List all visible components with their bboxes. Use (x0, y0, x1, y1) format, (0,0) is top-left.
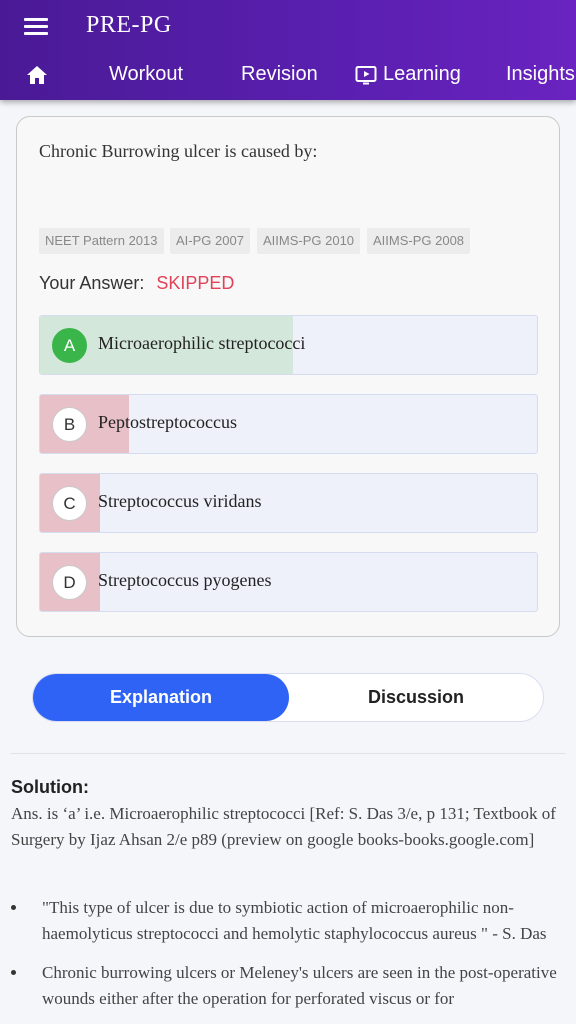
tab-discussion[interactable]: Discussion (289, 674, 543, 721)
option-d[interactable]: D Streptococcus pyogenes (39, 552, 538, 612)
option-letter-badge: D (52, 565, 87, 600)
bullet-icon (11, 905, 16, 910)
question-text: Chronic Burrowing ulcer is caused by: (39, 141, 318, 161)
tab-revision[interactable]: Revision (241, 56, 318, 92)
option-text: Peptostreptococcus (98, 412, 237, 432)
option-text: Streptococcus pyogenes (98, 570, 272, 590)
play-screen-icon (355, 66, 377, 85)
app-bar: PRE-PG Workout Revision Learning Insight… (0, 0, 576, 100)
option-letter-badge: B (52, 407, 87, 442)
your-answer: Your Answer: SKIPPED (39, 273, 234, 294)
question-card: Chronic Burrowing ulcer is caused by: NE… (16, 116, 560, 637)
top-nav-tabs: Workout Revision Learning Insights (0, 56, 576, 92)
app-title: PRE-PG (86, 12, 172, 38)
exam-tag: AIIMS-PG 2010 (257, 228, 361, 254)
your-answer-status: SKIPPED (156, 273, 235, 293)
explanation-discussion-toggle: Explanation Discussion (32, 673, 544, 722)
option-b[interactable]: B Peptostreptococcus (39, 394, 538, 454)
tab-workout[interactable]: Workout (109, 56, 183, 92)
tab-home[interactable] (26, 56, 50, 92)
tab-explanation[interactable]: Explanation (33, 674, 289, 721)
divider (10, 753, 566, 754)
bullet-icon (11, 970, 16, 975)
solution-heading: Solution: (11, 777, 89, 797)
exam-tag: AI-PG 2007 (170, 228, 250, 254)
option-text: Streptococcus viridans (98, 491, 262, 511)
option-a[interactable]: A Microaerophilic streptococci (39, 315, 538, 375)
tab-learning[interactable]: Learning (355, 56, 461, 92)
tab-insights[interactable]: Insights (506, 56, 575, 92)
solution-text: Ans. is ‘a’ i.e. Microaerophilic strepto… (11, 804, 556, 849)
option-letter-badge: C (52, 486, 87, 521)
exam-tag: AIIMS-PG 2008 (367, 228, 471, 254)
list-item: Chronic burrowing ulcers or Meleney's ul… (11, 960, 561, 1012)
option-c[interactable]: C Streptococcus viridans (39, 473, 538, 533)
home-icon (27, 66, 47, 84)
list-item: "This type of ulcer is due to symbiotic … (11, 895, 561, 947)
option-letter-badge: A (52, 328, 87, 363)
exam-tag: NEET Pattern 2013 (39, 228, 164, 254)
your-answer-label: Your Answer: (39, 273, 145, 293)
solution-bullets: "This type of ulcer is due to symbiotic … (11, 895, 561, 1024)
option-text: Microaerophilic streptococci (98, 333, 306, 353)
hamburger-menu-icon[interactable] (22, 14, 52, 40)
